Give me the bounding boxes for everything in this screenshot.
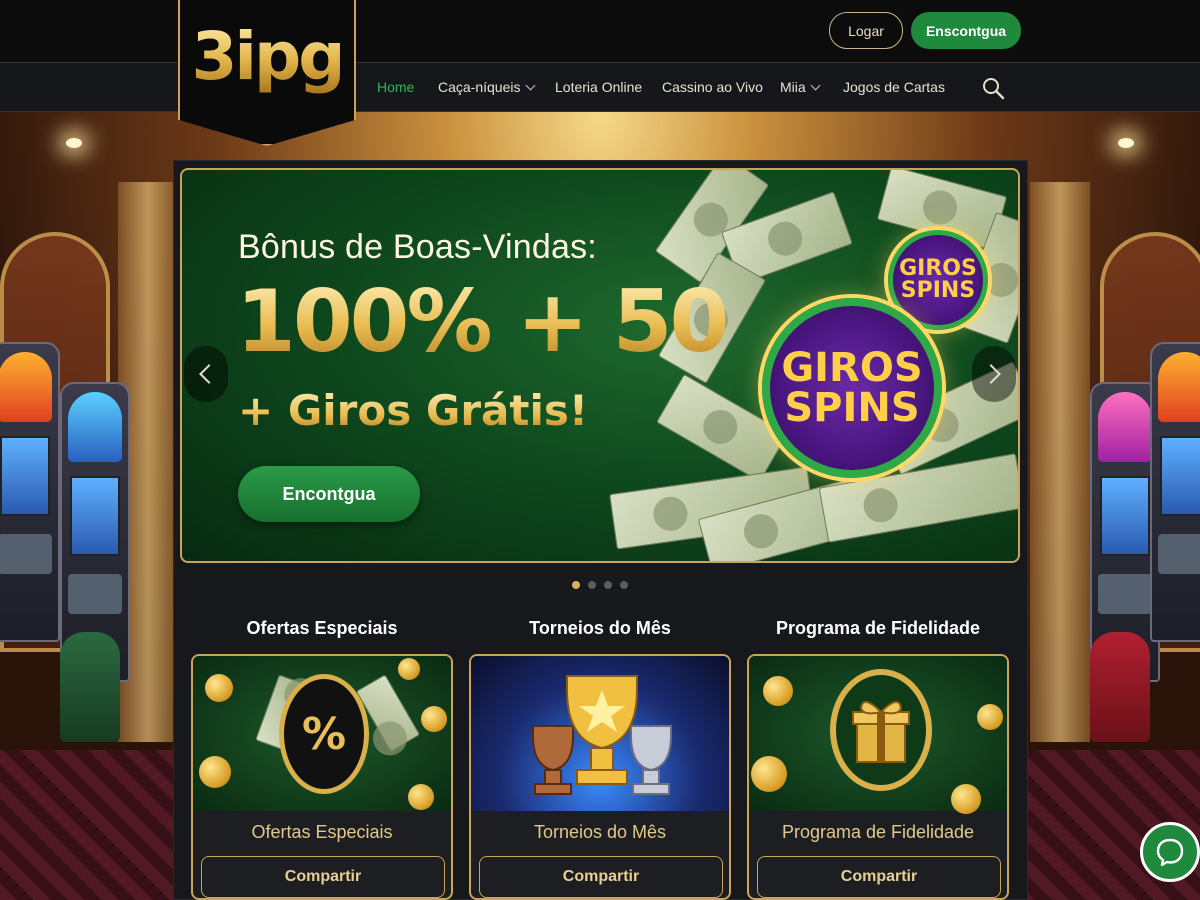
tournament-card: Torneios do Mês Compartir — [469, 654, 731, 900]
gold-coin — [951, 784, 981, 814]
ceiling-light — [1118, 138, 1134, 148]
gold-coin — [205, 674, 233, 702]
casino-chair — [60, 632, 120, 742]
search-icon[interactable] — [981, 76, 1005, 100]
nav-item-label: Home — [377, 79, 415, 95]
section-title-tournaments: Torneios do Mês — [529, 618, 671, 638]
badge-small-line2: SPINS — [900, 278, 976, 303]
gold-coin — [408, 784, 434, 810]
nav-item-card-games[interactable]: Jogos de Cartas — [843, 79, 945, 95]
live-chat-button[interactable] — [1140, 822, 1200, 882]
share-button[interactable]: Compartir — [201, 856, 445, 898]
hero-subtitle: Bônus de Boas-Vindas: — [238, 228, 597, 266]
loyalty-card: Programa de Fidelidade Compartir — [747, 654, 1009, 900]
hero-headline: 100% + 50 — [236, 272, 729, 372]
nav-item-label: Cassino ao Vivo — [662, 79, 763, 95]
offers-image: % — [193, 656, 451, 811]
card-caption: Programa de Fidelidade — [781, 822, 975, 842]
percent-symbol: % — [301, 708, 347, 760]
chat-icon — [1156, 838, 1184, 867]
nav-item-label: Caça-níqueis — [438, 79, 521, 95]
badge-large-line2: SPINS — [784, 385, 920, 431]
badge-small-line1: GIROS — [899, 256, 977, 281]
badge-large-line1: GIROS — [781, 345, 923, 391]
brand-logo[interactable]: 3ipg — [178, 0, 356, 146]
trophy-icon — [532, 675, 672, 795]
free-spins-badge: GIROS SPINS — [762, 298, 942, 478]
gold-coin — [977, 704, 1003, 730]
register-button[interactable]: Enscontgua — [911, 12, 1021, 49]
gold-coin — [199, 756, 231, 788]
login-button[interactable]: Logar — [829, 12, 903, 49]
nav-item-slots[interactable]: Caça-níqueis — [438, 79, 535, 95]
carousel-dot[interactable] — [572, 581, 580, 589]
hero-banner: GIROS SPINS GIROS SPINS Bônus de Boas-Vi… — [180, 168, 1020, 563]
gold-coin — [398, 658, 420, 680]
slot-machine — [1150, 342, 1200, 642]
chevron-down-icon — [525, 80, 535, 90]
nav-item-live-casino[interactable]: Cassino ao Vivo — [662, 79, 763, 95]
offer-card: % Ofertas Especiais Compartir — [191, 654, 453, 900]
logo-text: 3ipg — [191, 17, 345, 95]
gold-coin — [751, 756, 787, 792]
card-caption: Ofertas Especiais — [251, 822, 393, 842]
chevron-left-icon — [199, 364, 219, 384]
hero-cta-button[interactable]: Encontgua — [238, 466, 420, 522]
carousel-dot[interactable] — [604, 581, 612, 589]
carousel-dot[interactable] — [620, 581, 628, 589]
gold-coin — [763, 676, 793, 706]
share-button[interactable]: Compartir — [479, 856, 723, 898]
carousel-prev-button[interactable] — [184, 346, 228, 402]
nav-item-lottery[interactable]: Loteria Online — [555, 79, 642, 95]
nav-item-label: Jogos de Cartas — [843, 79, 945, 95]
nav-item-label: Loteria Online — [555, 79, 643, 95]
gift-icon — [830, 669, 932, 791]
nav-item-miia[interactable]: Miia — [780, 79, 821, 95]
hero-tagline: + Giros Grátis! — [238, 386, 589, 435]
section-title-offers: Ofertas Especiais — [246, 618, 398, 638]
carousel-dot[interactable] — [588, 581, 596, 589]
chevron-right-icon — [981, 364, 1001, 384]
nav-item-label: Miia — [780, 79, 806, 95]
loyalty-image — [749, 656, 1007, 814]
section-title-loyalty: Programa de Fidelidade — [775, 618, 981, 638]
ceiling-light — [66, 138, 82, 148]
card-caption: Torneios do Mês — [533, 822, 667, 842]
pillar — [1030, 182, 1090, 742]
carousel-dots — [572, 581, 628, 589]
share-button[interactable]: Compartir — [757, 856, 1001, 898]
percent-icon: % — [279, 674, 369, 794]
casino-chair — [1090, 632, 1150, 742]
carousel-next-button[interactable] — [972, 346, 1016, 402]
gold-coin — [421, 706, 447, 732]
tournaments-image — [471, 656, 729, 811]
slot-machine — [0, 342, 60, 642]
nav-item-home[interactable]: Home — [377, 79, 414, 95]
chevron-down-icon — [810, 80, 821, 90]
